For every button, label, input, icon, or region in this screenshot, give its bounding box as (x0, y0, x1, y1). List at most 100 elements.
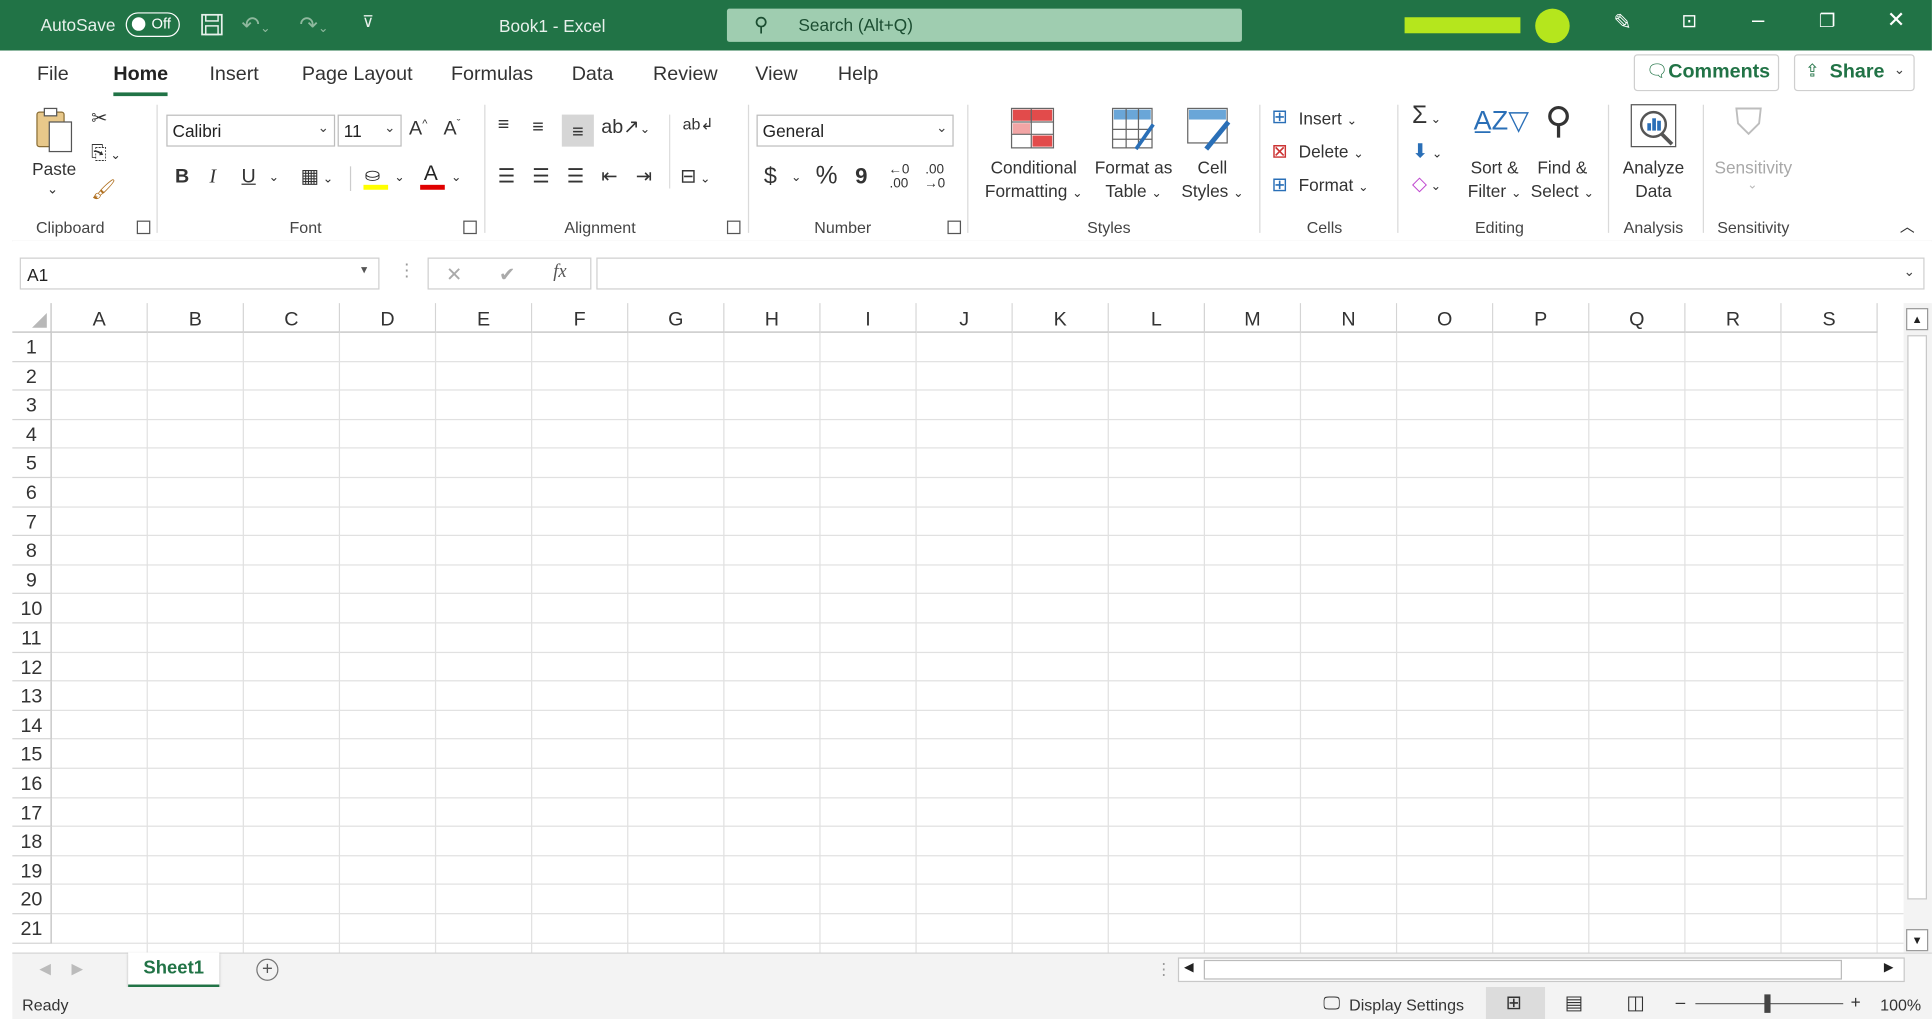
display-settings-icon[interactable]: 🖵 (1323, 993, 1340, 1014)
collapse-ribbon-icon[interactable]: ︿ (1900, 216, 1915, 237)
search-input[interactable]: ⚲ Search (Alt+Q) (726, 8, 1242, 42)
scroll-right-icon[interactable]: ▶ (1884, 961, 1893, 975)
format-painter-icon[interactable]: 🖌 (91, 177, 116, 202)
chevron-down-icon[interactable]: ⌄ (1894, 62, 1905, 78)
horizontal-scrollbar[interactable]: ◀ ▶ (1177, 957, 1905, 983)
increase-indent-icon[interactable]: ⇥ (636, 164, 653, 189)
row-header-21[interactable]: 21 (12, 914, 52, 944)
tab-view[interactable]: View (755, 64, 797, 86)
column-header-d[interactable]: D (340, 303, 437, 333)
format-cells-icon[interactable]: ⊞ (1272, 173, 1289, 198)
cell-styles-icon[interactable] (1187, 107, 1231, 151)
align-right-icon[interactable]: ☰ (567, 164, 585, 189)
next-sheet-icon[interactable]: ▶ (71, 960, 82, 977)
zoom-level[interactable]: 100% (1880, 996, 1921, 1014)
sort-filter-button[interactable]: Sort & Filter ⌄ (1464, 156, 1526, 205)
paste-icon[interactable] (32, 105, 76, 154)
name-box[interactable]: A1 ▾ (19, 257, 380, 290)
close-icon[interactable]: ✕ (1868, 7, 1925, 33)
autosum-icon[interactable]: Σ ⌄ (1412, 102, 1441, 130)
tab-help[interactable]: Help (838, 64, 879, 86)
select-all-button[interactable] (12, 303, 52, 333)
delete-cells-icon[interactable]: ⊠ (1272, 139, 1289, 164)
decrease-font-icon[interactable]: Aˇ (444, 117, 461, 141)
column-header-j[interactable]: J (916, 303, 1013, 333)
font-color-dropdown-icon[interactable]: ⌄ (451, 171, 461, 185)
comments-button[interactable]: 🗨 Comments (1633, 54, 1780, 92)
tab-insert[interactable]: Insert (209, 64, 258, 86)
prev-sheet-icon[interactable]: ◀ (39, 960, 50, 977)
row-header-3[interactable]: 3 (12, 390, 52, 420)
column-header-g[interactable]: G (628, 303, 725, 333)
column-header-s[interactable]: S (1781, 303, 1878, 333)
scroll-left-icon[interactable]: ◀ (1184, 961, 1193, 975)
add-sheet-button[interactable]: + (256, 958, 279, 981)
align-middle-icon[interactable]: ≡ (532, 117, 544, 139)
worksheet-grid[interactable]: A B C D E F G H I J K L M N O P Q R S 1 2 3 4 5 6 7 8 9 10 11 12 13 14 15… (12, 303, 1904, 953)
row-header-10[interactable]: 10 (12, 594, 52, 624)
undo-icon[interactable]: ↶⌄ (241, 12, 285, 37)
column-header-h[interactable]: H (724, 303, 821, 333)
scroll-thumb[interactable] (1907, 335, 1928, 900)
merge-center-icon[interactable]: ⊟ ⌄ (680, 164, 710, 189)
italic-button[interactable]: I (209, 166, 216, 188)
number-launcher-icon[interactable] (947, 220, 962, 235)
comma-button[interactable]: 9 (855, 164, 867, 190)
row-header-8[interactable]: 8 (12, 536, 52, 566)
tab-file[interactable]: File (37, 64, 69, 86)
font-name-select[interactable]: Calibri ⌄ (166, 114, 336, 147)
row-header-5[interactable]: 5 (12, 449, 52, 479)
tab-data[interactable]: Data (572, 64, 614, 86)
copy-icon[interactable]: ⎘ ⌄ (91, 143, 121, 165)
row-header-18[interactable]: 18 (12, 827, 52, 857)
split-handle-icon[interactable]: ⋮ (1156, 960, 1172, 980)
column-header-e[interactable]: E (436, 303, 533, 333)
row-header-9[interactable]: 9 (12, 565, 52, 595)
delete-button[interactable]: Delete ⌄ (1299, 140, 1364, 166)
currency-dropdown-icon[interactable]: ⌄ (791, 171, 801, 185)
h-scroll-thumb[interactable] (1203, 959, 1842, 980)
vertical-scrollbar[interactable]: ▲ ▼ (1903, 303, 1932, 953)
clear-icon[interactable]: ◇ ⌄ (1412, 171, 1441, 196)
column-header-k[interactable]: K (1012, 303, 1109, 333)
bold-button[interactable]: B (175, 166, 189, 188)
share-button[interactable]: ⇪ Share ⌄ (1793, 54, 1915, 92)
number-format-select[interactable]: General ⌄ (756, 114, 954, 147)
expand-formula-icon[interactable]: ⌄ (1904, 264, 1915, 280)
format-button[interactable]: Format ⌄ (1299, 174, 1369, 200)
row-header-19[interactable]: 19 (12, 856, 52, 886)
increase-font-icon[interactable]: A^ (409, 117, 427, 141)
insert-button[interactable]: Insert ⌄ (1299, 107, 1357, 133)
row-header-11[interactable]: 11 (12, 623, 52, 653)
row-header-4[interactable]: 4 (12, 419, 52, 450)
customize-qat-icon[interactable]: ⊽ (362, 12, 379, 37)
percent-button[interactable]: % (816, 163, 838, 191)
fill-dropdown-icon[interactable]: ⌄ (394, 171, 404, 185)
column-header-a[interactable]: A (51, 303, 148, 333)
fill-color-icon[interactable]: ⛀ (362, 164, 389, 191)
save-icon[interactable] (201, 13, 223, 36)
find-select-icon[interactable]: ⚲ (1545, 100, 1572, 143)
paste-label[interactable]: Paste (32, 158, 76, 181)
currency-button[interactable]: $ (764, 164, 777, 191)
zoom-out-icon[interactable]: – (1676, 992, 1686, 1012)
row-header-2[interactable]: 2 (12, 361, 52, 391)
row-header-20[interactable]: 20 (12, 885, 52, 915)
find-select-button[interactable]: Find & Select ⌄ (1528, 156, 1597, 205)
font-color-icon[interactable]: A (419, 161, 446, 191)
conditional-formatting-icon[interactable] (1010, 107, 1055, 151)
row-header-7[interactable]: 7 (12, 507, 52, 537)
redo-icon[interactable]: ↷⌄ (299, 12, 343, 37)
cancel-icon[interactable]: ✕ (446, 262, 463, 287)
normal-view-button[interactable]: ⊞ (1485, 986, 1546, 1019)
column-header-m[interactable]: M (1204, 303, 1302, 333)
clipboard-launcher-icon[interactable] (136, 220, 151, 235)
font-size-select[interactable]: 11 ⌄ (337, 114, 402, 147)
row-header-14[interactable]: 14 (12, 710, 52, 740)
enter-icon[interactable]: ✔ (499, 262, 516, 287)
column-header-n[interactable]: N (1301, 303, 1398, 333)
zoom-in-icon[interactable]: + (1851, 992, 1861, 1012)
column-header-f[interactable]: F (532, 303, 629, 333)
row-header-1[interactable]: 1 (12, 332, 52, 362)
display-settings-button[interactable]: Display Settings (1349, 996, 1464, 1014)
